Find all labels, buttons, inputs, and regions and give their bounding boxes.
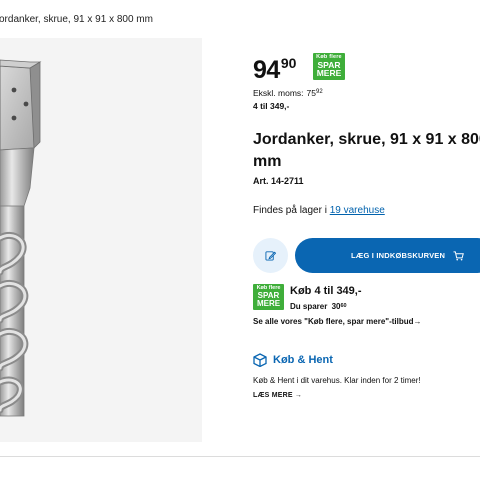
multi-buy-price: 4 til 349,- [253,101,290,111]
stock-stores-link[interactable]: 19 varehuse [330,205,385,216]
product-title: Jordanker, skrue, 91 x 91 x 800 mm [253,131,480,170]
read-more-link[interactable]: LÆS MERE → [253,392,302,399]
all-offers-link[interactable]: Se alle vores "Køb flere, spar mere"-til… [253,317,422,326]
click-and-collect-title: Køb & Hent [273,354,333,366]
offer-title: Køb 4 til 349,- [290,285,362,297]
excl-vat-int: 75 [306,88,316,98]
article-number: Art. 14-2711 [253,176,304,186]
shopping-cart-icon [453,250,464,261]
buy-more-save-more-badge: Køb flere SPAR MERE [313,53,345,80]
add-note-button[interactable] [253,238,288,273]
stock-prefix: Findes på lager i [253,205,327,216]
arrow-right-icon: → [413,317,422,326]
pencil-note-icon [265,251,276,261]
add-to-cart-button[interactable]: LÆG I INDKØBSKURVEN [295,238,480,273]
offer-savings-dec: 60 [340,303,347,309]
package-icon [253,353,267,372]
excl-vat-dec: 92 [316,89,323,95]
read-more-label: LÆS MERE [253,392,293,399]
price-integer: 94 [253,56,280,84]
click-and-collect-text: Køb & Hent i dit varehus. Klar inden for… [253,376,421,385]
product-image[interactable] [0,38,202,442]
product-price: 9490 [253,55,296,85]
ground-screw-anchor-picture [0,59,42,417]
price-decimals: 90 [280,55,297,71]
badge-line3: MERE [316,68,342,78]
bottom-divider [0,456,480,480]
offer-savings-label: Du sparer [290,302,328,311]
offer-savings-int: 30 [331,302,341,311]
offer-badge-line3: MERE [256,298,281,308]
offer-savings: Du sparer 3060 [290,302,347,311]
add-to-cart-label: LÆG I INDKØBSKURVEN [351,251,446,260]
offer-badge: Køb flere SPAR MERE [253,284,284,310]
arrow-right-icon: → [294,392,303,399]
stock-info: Findes på lager i 19 varehuse [253,205,385,216]
excl-vat-label: Ekskl. moms: [253,88,304,98]
price-excl-vat: Ekskl. moms: 7592 [253,88,323,98]
all-offers-link-label: Se alle vores "Køb flere, spar mere"-til… [253,317,414,326]
breadcrumb: Jordanker, skrue, 91 x 91 x 800 mm [0,14,153,25]
